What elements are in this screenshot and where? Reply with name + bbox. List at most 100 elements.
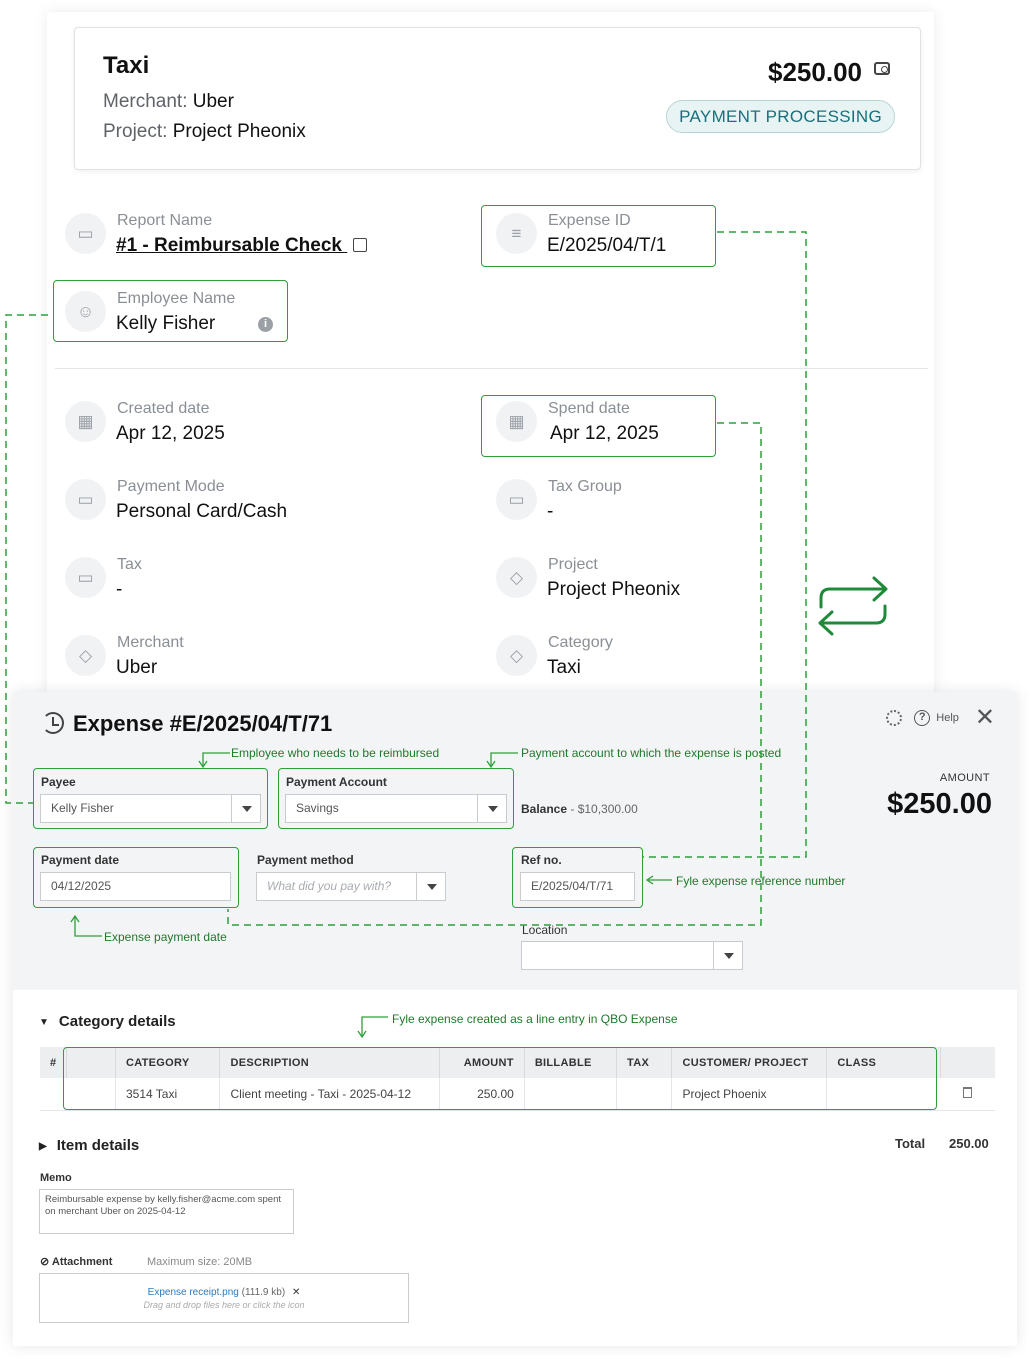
close-icon[interactable]: ✕ — [975, 706, 995, 730]
spend-date-label: Spend date — [548, 400, 630, 417]
project-value: Project Pheonix — [172, 121, 306, 142]
tag-icon: ◇ — [496, 635, 537, 676]
annotation-payee: Employee who needs to be reimbursed — [231, 746, 440, 760]
tag-icon: ◇ — [65, 635, 106, 676]
total-value: 250.00 — [949, 1136, 989, 1151]
payee-label: Payee — [41, 775, 76, 789]
attachment-hint: Drag and drop files here or click the ic… — [143, 1300, 305, 1310]
payment-account-select[interactable]: Savings — [285, 794, 507, 823]
memo-label: Memo — [40, 1172, 72, 1184]
employee-name-label: Employee Name — [117, 290, 236, 307]
expense-summary-card: Taxi Merchant: Uber Project: Project Phe… — [74, 27, 921, 170]
chevron-down-icon[interactable] — [416, 873, 445, 900]
payee-value: Kelly Fisher — [51, 801, 114, 815]
annotation-payment-account: Payment account to which the expense is … — [521, 746, 782, 760]
history-icon[interactable] — [42, 712, 64, 734]
location-label: Location — [522, 923, 568, 937]
chevron-down-icon[interactable] — [477, 795, 506, 822]
wallet-icon: ▭ — [65, 479, 106, 520]
attachment-label: ⊘ Attachment — [40, 1256, 113, 1268]
report-name-link[interactable]: #1 - Reimbursable Check — [116, 235, 368, 257]
external-link-icon[interactable] — [353, 238, 368, 252]
attachment-file-size: (111.9 kb) — [241, 1287, 286, 1298]
merchant-label: Merchant — [117, 634, 184, 651]
remove-file-icon[interactable]: ✕ — [292, 1287, 300, 1298]
category-value: Taxi — [547, 657, 581, 678]
category-details-toggle[interactable]: ▼ Category details — [39, 1013, 176, 1030]
location-select[interactable] — [521, 941, 743, 970]
expense-id-label: Expense ID — [548, 212, 631, 229]
ref-no-label: Ref no. — [521, 853, 562, 867]
project-label: Project: — [103, 121, 168, 142]
category-label: Category — [548, 634, 613, 651]
merchant-label: Merchant: — [103, 91, 188, 112]
expense-id-value: E/2025/04/T/1 — [547, 235, 667, 256]
attachment-dropzone[interactable]: Expense receipt.png (111.9 kb) ✕ Drag an… — [39, 1273, 409, 1323]
chevron-down-icon[interactable] — [231, 795, 260, 822]
line-entry-highlight — [63, 1047, 937, 1110]
attachment-file: Expense receipt.png (111.9 kb) ✕ — [40, 1287, 408, 1298]
attachment-file-link[interactable]: Expense receipt.png — [148, 1287, 239, 1298]
item-details-toggle[interactable]: ▶ Item details — [39, 1137, 139, 1154]
project-value: Project Pheonix — [547, 579, 681, 600]
payment-mode-value: Personal Card/Cash — [116, 501, 288, 522]
status-badge: PAYMENT PROCESSING — [666, 100, 895, 133]
chevron-down-icon[interactable] — [713, 942, 742, 969]
balance-text: Balance - $10,300.00 — [521, 802, 638, 816]
ref-no-input[interactable]: E/2025/04/T/71 — [520, 872, 635, 901]
amount-label: AMOUNT — [939, 772, 990, 784]
trash-icon[interactable] — [963, 1086, 973, 1098]
payment-method-placeholder: What did you pay with? — [267, 879, 392, 893]
report-name-label: Report Name — [117, 212, 213, 229]
expense-title: Taxi — [103, 52, 150, 79]
help-label[interactable]: Help — [936, 712, 959, 724]
project-line: Project: Project Pheonix — [103, 121, 306, 143]
payment-method-select[interactable]: What did you pay with? — [256, 872, 446, 901]
created-date-label: Created date — [117, 400, 210, 417]
qbo-toolbar: ? Help ✕ — [886, 706, 995, 730]
payment-method-label: Payment method — [257, 853, 354, 867]
document-icon: ≡ — [496, 213, 537, 254]
payment-mode-label: Payment Mode — [117, 478, 225, 495]
wallet-icon: ▭ — [496, 479, 537, 520]
annotation-ref-no: Fyle expense reference number — [676, 874, 846, 888]
employee-name-value: Kelly Fisher — [116, 313, 216, 334]
total-label: Total — [895, 1136, 926, 1151]
merchant-line: Merchant: Uber — [103, 91, 234, 113]
payment-account-label: Payment Account — [286, 775, 387, 789]
tag-icon: ◇ — [496, 557, 537, 598]
paperclip-icon: ⊘ — [40, 1256, 52, 1268]
expense-amount: $250.00 — [768, 57, 862, 87]
help-icon[interactable]: ? — [914, 710, 931, 726]
caret-down-icon: ▼ — [39, 1017, 49, 1028]
memo-textarea[interactable]: Reimbursable expense by kelly.fisher@acm… — [39, 1189, 294, 1234]
tax-group-label: Tax Group — [548, 478, 622, 495]
payment-account-value: Savings — [296, 801, 339, 815]
amount-value: $250.00 — [887, 788, 992, 820]
created-date-value: Apr 12, 2025 — [116, 423, 225, 444]
wallet-icon — [874, 62, 890, 75]
spend-date-value: Apr 12, 2025 — [550, 423, 659, 444]
qbo-expense-title: Expense #E/2025/04/T/71 — [73, 711, 333, 736]
info-icon[interactable]: i — [258, 317, 273, 332]
tax-value: - — [116, 579, 123, 600]
project-label: Project — [548, 556, 598, 573]
wallet-icon: ▭ — [65, 557, 106, 598]
annotation-payment-date: Expense payment date — [104, 930, 227, 944]
attachment-max-size: Maximum size: 20MB — [147, 1256, 253, 1268]
settings-icon[interactable] — [886, 710, 903, 726]
section-divider — [55, 368, 928, 369]
payment-date-label: Payment date — [41, 853, 120, 867]
tax-label: Tax — [117, 556, 142, 573]
calendar-icon: ▦ — [496, 401, 537, 442]
merchant-value: Uber — [116, 657, 158, 678]
tax-group-value: - — [547, 501, 554, 522]
merchant-value: Uber — [192, 91, 234, 112]
annotation-line-entry: Fyle expense created as a line entry in … — [392, 1012, 678, 1026]
payment-date-input[interactable]: 04/12/2025 — [40, 872, 231, 901]
calendar-icon: ▦ — [65, 401, 106, 442]
user-icon: ☺ — [65, 291, 106, 332]
caret-right-icon: ▶ — [39, 1141, 47, 1152]
folder-icon: ▭ — [65, 213, 106, 254]
payee-select[interactable]: Kelly Fisher — [40, 794, 261, 823]
